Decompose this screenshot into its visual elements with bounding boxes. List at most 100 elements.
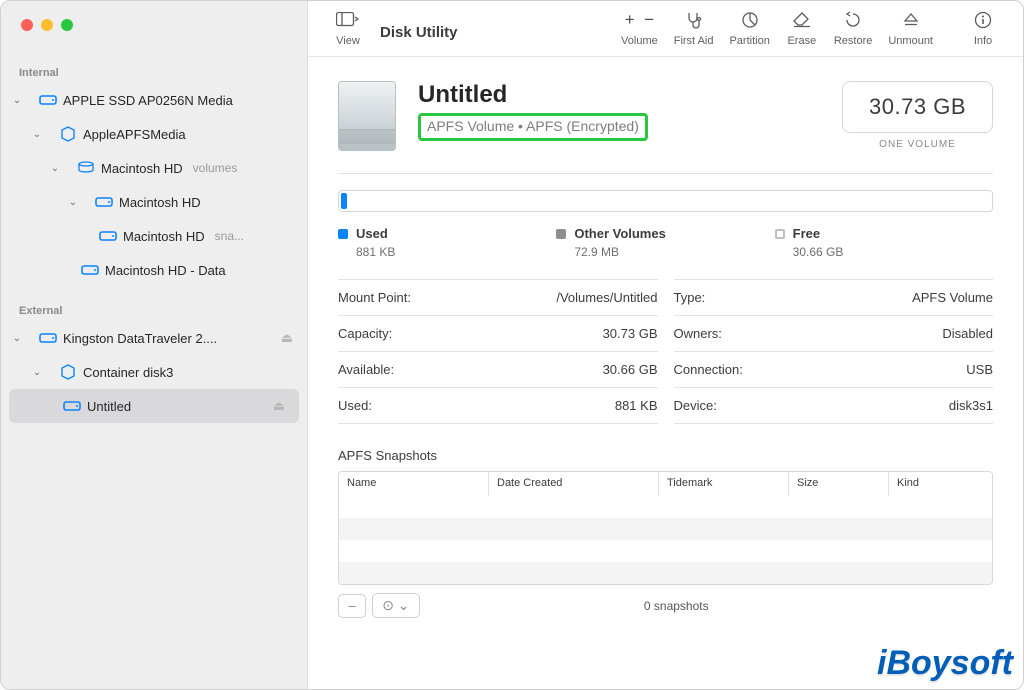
app-title: Disk Utility — [380, 24, 458, 41]
info-key: Type: — [674, 290, 706, 305]
eject-icon[interactable]: ⏏ — [273, 398, 285, 414]
info-key: Capacity: — [338, 326, 392, 341]
traffic-lights — [1, 1, 307, 49]
stethoscope-icon — [685, 9, 703, 31]
legend-value: 72.9 MB — [574, 245, 774, 259]
sidebar-item-internal-disk[interactable]: ⌄ APPLE SSD AP0256N Media — [1, 83, 307, 117]
toolbar-label: Unmount — [888, 35, 933, 47]
container-icon — [59, 125, 77, 143]
sidebar-item-external-disk[interactable]: ⌄ Kingston DataTraveler 2.... ⏏ — [1, 321, 307, 355]
sidebar-item-untitled[interactable]: Untitled ⏏ — [9, 389, 299, 423]
sidebar-toggle-icon — [336, 9, 360, 31]
toolbar-label: View — [336, 35, 360, 47]
pie-icon — [741, 9, 759, 31]
disk-utility-window: Internal ⌄ APPLE SSD AP0256N Media ⌄ App… — [0, 0, 1024, 690]
minimize-icon[interactable] — [41, 19, 53, 31]
volume-button[interactable]: + − Volume — [613, 9, 666, 47]
legend-used: Used 881 KB — [338, 226, 556, 259]
snapshots-body — [339, 496, 992, 584]
info-row-mount: Mount Point:/Volumes/Untitled — [338, 279, 658, 316]
snapshots-title: APFS Snapshots — [338, 448, 993, 463]
col-tidemark[interactable]: Tidemark — [659, 472, 789, 496]
disk-icon — [99, 227, 117, 245]
col-date-created[interactable]: Date Created — [489, 472, 659, 496]
toolbar-label: Restore — [834, 35, 873, 47]
col-size[interactable]: Size — [789, 472, 889, 496]
sidebar-item-volume-group[interactable]: ⌄ Macintosh HD volumes — [1, 151, 307, 185]
sidebar-item-macintosh-hd-snapshot[interactable]: Macintosh HD sna... — [1, 219, 307, 253]
main-panel: View Disk Utility + − Volume First Aid P… — [308, 1, 1023, 689]
col-name[interactable]: Name — [339, 472, 489, 496]
info-key: Available: — [338, 362, 394, 377]
chevron-down-icon[interactable]: ⌄ — [31, 367, 43, 378]
info-value: 30.73 GB — [603, 326, 658, 341]
toolbar-label: Info — [974, 35, 992, 47]
usage-legend: Used 881 KB Other Volumes 72.9 MB Free 3… — [338, 226, 993, 259]
col-kind[interactable]: Kind — [889, 472, 992, 496]
volume-subtitle: APFS Volume • APFS (Encrypted) — [427, 118, 639, 134]
info-col-right: Type:APFS Volume Owners:Disabled Connect… — [674, 279, 994, 424]
eject-icon[interactable]: ⏏ — [281, 330, 293, 346]
usage-bar-used-segment — [341, 193, 347, 209]
capacity-card: 30.73 GB ONE VOLUME — [842, 81, 993, 150]
sidebar-item-suffix: volumes — [193, 161, 238, 175]
restore-button[interactable]: Restore — [826, 9, 881, 47]
first-aid-button[interactable]: First Aid — [666, 9, 722, 47]
sidebar-tree-internal: ⌄ APPLE SSD AP0256N Media ⌄ AppleAPFSMed… — [1, 83, 307, 287]
fullscreen-icon[interactable] — [61, 19, 73, 31]
info-button[interactable]: Info — [959, 9, 1007, 47]
table-row[interactable] — [339, 562, 992, 584]
sidebar-item-macintosh-hd-data[interactable]: Macintosh HD - Data — [1, 253, 307, 287]
table-row[interactable] — [339, 540, 992, 562]
info-value: Disabled — [942, 326, 993, 341]
info-icon — [974, 9, 992, 31]
sidebar-item-label: Macintosh HD — [119, 195, 201, 210]
erase-button[interactable]: Erase — [778, 9, 826, 47]
close-icon[interactable] — [21, 19, 33, 31]
container-icon — [59, 363, 77, 381]
snapshots-table[interactable]: Name Date Created Tidemark Size Kind — [338, 471, 993, 585]
snapshot-options-button[interactable]: ⊙ ⌄ — [372, 593, 419, 618]
sidebar-item-label: Macintosh HD — [123, 229, 205, 244]
info-key: Used: — [338, 398, 372, 413]
partition-button[interactable]: Partition — [721, 9, 777, 47]
chevron-down-icon[interactable]: ⌄ — [31, 129, 43, 140]
sidebar-tree-external: ⌄ Kingston DataTraveler 2.... ⏏ ⌄ Contai… — [1, 321, 307, 423]
volume-subtitle-highlight: APFS Volume • APFS (Encrypted) — [418, 113, 648, 141]
remove-snapshot-button[interactable]: − — [338, 594, 366, 618]
sidebar-item-label: AppleAPFSMedia — [83, 127, 186, 142]
sidebar-section-external: External — [1, 287, 307, 321]
sidebar-item-macintosh-hd[interactable]: ⌄ Macintosh HD — [1, 185, 307, 219]
legend-label: Free — [793, 226, 820, 241]
toolbar-label: First Aid — [674, 35, 714, 47]
view-button[interactable]: View — [324, 9, 372, 47]
watermark: iBoysoft — [877, 644, 1013, 683]
plus-minus-icon: + − — [625, 9, 654, 31]
sidebar-item-label: Macintosh HD - Data — [105, 263, 226, 278]
info-row-available: Available:30.66 GB — [338, 352, 658, 388]
disk-icon — [95, 193, 113, 211]
chevron-down-icon[interactable]: ⌄ — [11, 333, 23, 344]
info-key: Device: — [674, 398, 717, 413]
table-row[interactable] — [339, 518, 992, 540]
legend-value: 30.66 GB — [793, 245, 993, 259]
legend-swatch-blue — [338, 229, 348, 239]
volume-stack-icon — [77, 159, 95, 177]
info-row-used: Used:881 KB — [338, 388, 658, 424]
info-row-capacity: Capacity: 30.73 GB — [338, 316, 658, 352]
sidebar-item-container-disk3[interactable]: ⌄ Container disk3 — [1, 355, 307, 389]
sidebar-item-suffix: sna... — [215, 229, 244, 243]
unmount-button[interactable]: Unmount — [880, 9, 941, 47]
info-row-connection: Connection:USB — [674, 352, 994, 388]
chevron-down-icon[interactable]: ⌄ — [67, 197, 79, 208]
disk-icon — [39, 329, 57, 347]
restore-icon — [844, 9, 862, 31]
chevron-down-icon[interactable]: ⌄ — [11, 95, 23, 106]
content-area: Untitled APFS Volume • APFS (Encrypted) … — [308, 57, 1023, 689]
table-row[interactable] — [339, 496, 992, 518]
usage-bar — [338, 190, 993, 212]
toolbar-label: Erase — [787, 35, 816, 47]
sidebar-item-apfs-container[interactable]: ⌄ AppleAPFSMedia — [1, 117, 307, 151]
divider — [338, 173, 993, 174]
chevron-down-icon[interactable]: ⌄ — [49, 163, 61, 174]
